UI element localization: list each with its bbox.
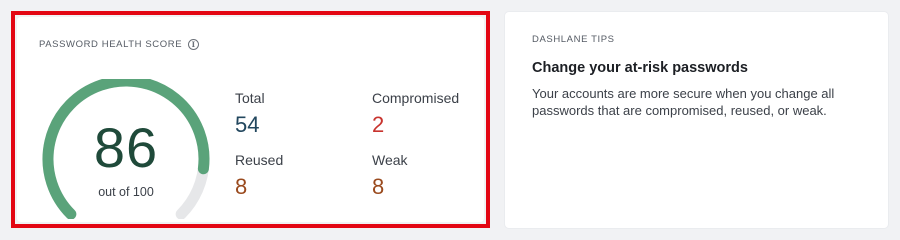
dashboard-stage: PASSWORD HEALTH SCORE i 86 out of 100 To… (0, 0, 900, 240)
dashlane-tips-label: DASHLANE TIPS (532, 34, 615, 45)
tips-title: Change your at-risk passwords (532, 60, 748, 76)
highlight-frame (11, 11, 490, 228)
dashlane-tips-card: DASHLANE TIPS Change your at-risk passwo… (505, 12, 888, 228)
tips-body: Your accounts are more secure when you c… (532, 86, 835, 118)
